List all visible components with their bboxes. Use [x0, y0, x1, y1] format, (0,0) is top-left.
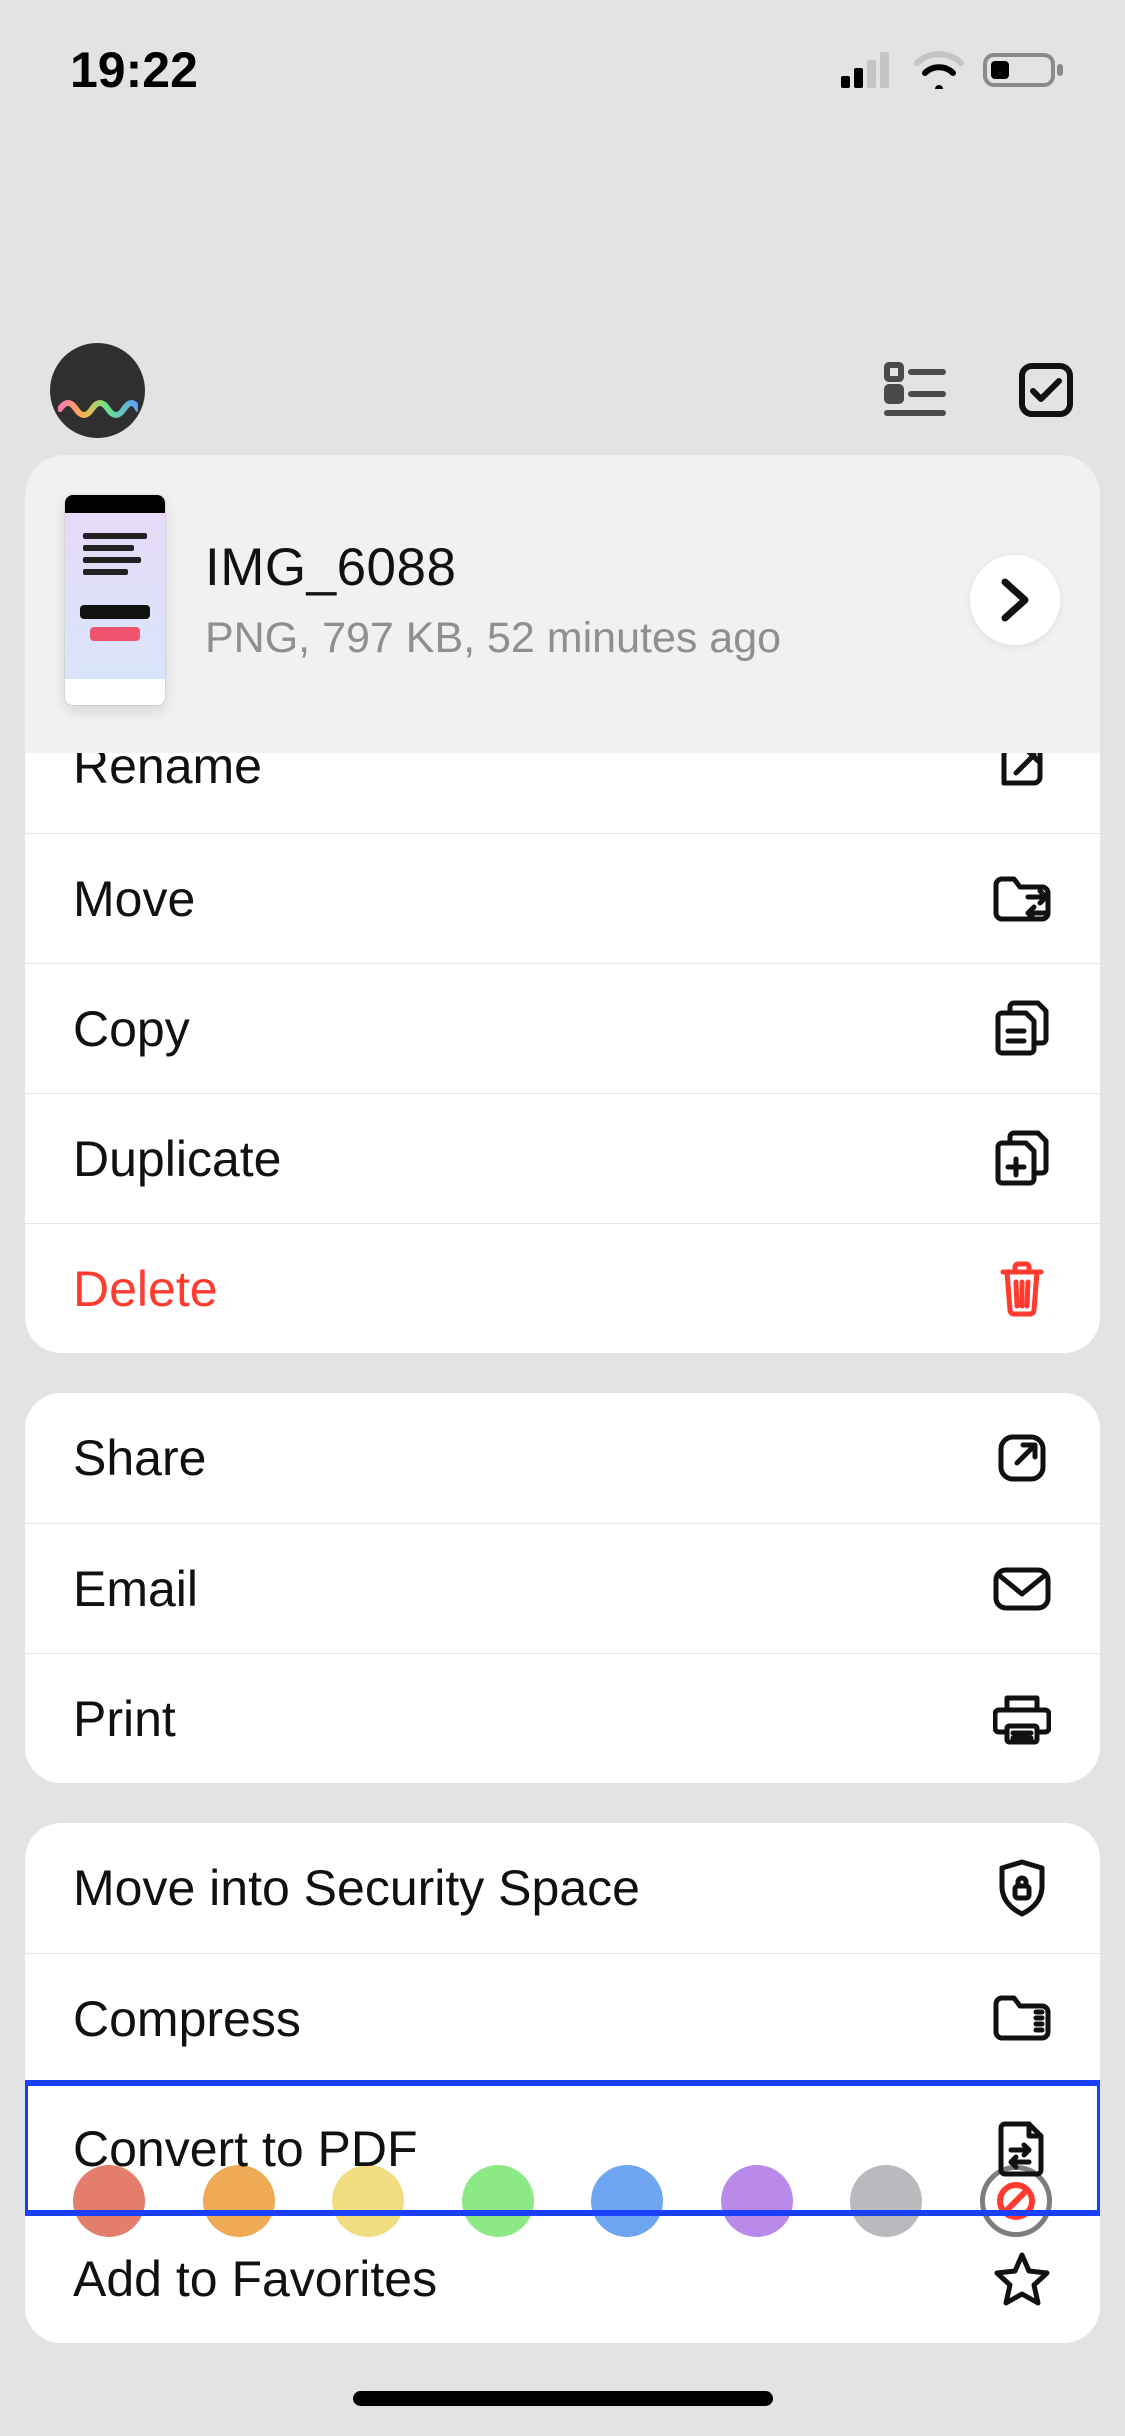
cellular-icon: [841, 52, 895, 88]
file-metadata: PNG, 797 KB, 52 minutes ago: [205, 614, 930, 663]
home-indicator: [353, 2391, 773, 2406]
menu-group-file-ops: Rename Move: [25, 753, 1100, 1353]
menu-label: Share: [73, 1429, 206, 1487]
print-icon: [992, 1689, 1052, 1749]
expand-button[interactable]: [970, 555, 1060, 645]
menu-label: Duplicate: [73, 1130, 281, 1188]
menu-item-compress[interactable]: Compress: [25, 1953, 1100, 2083]
menu-label: Convert to PDF: [73, 2120, 418, 2178]
app-avatar-icon: [50, 343, 145, 438]
menu-item-delete[interactable]: Delete: [25, 1223, 1100, 1353]
status-time: 19:22: [70, 41, 198, 99]
file-info: IMG_6088 PNG, 797 KB, 52 minutes ago: [205, 537, 930, 663]
star-icon: [992, 2249, 1052, 2309]
menu-label: Delete: [73, 1260, 218, 1318]
status-bar: 19:22: [0, 0, 1125, 140]
menu-label: Add to Favorites: [73, 2250, 437, 2308]
status-indicators: [841, 51, 1065, 89]
wifi-icon: [913, 51, 965, 89]
menu-item-email[interactable]: Email: [25, 1523, 1100, 1653]
menu-label: Email: [73, 1560, 198, 1618]
menu-label: Rename: [73, 753, 262, 795]
menu-group-tools: Move into Security Space Compress: [25, 1823, 1100, 2343]
email-icon: [992, 1559, 1052, 1619]
rename-icon: [992, 753, 1052, 797]
menu-item-share[interactable]: Share: [25, 1393, 1100, 1523]
file-header: IMG_6088 PNG, 797 KB, 52 minutes ago: [25, 455, 1100, 753]
menu-item-convert-pdf[interactable]: Convert to PDF: [25, 2083, 1100, 2213]
menu-item-security-space[interactable]: Move into Security Space: [25, 1823, 1100, 1953]
trash-icon: [992, 1259, 1052, 1319]
chevron-right-icon: [999, 578, 1031, 622]
shield-lock-icon: [992, 1858, 1052, 1918]
menu-item-rename[interactable]: Rename: [25, 753, 1100, 833]
file-thumbnail: [65, 495, 165, 705]
copy-icon: [992, 999, 1052, 1059]
action-sheet: IMG_6088 PNG, 797 KB, 52 minutes ago Ren…: [25, 455, 1100, 2136]
menu-label: Copy: [73, 1000, 190, 1058]
select-icon[interactable]: [1017, 361, 1075, 419]
folder-move-icon: [992, 869, 1052, 929]
file-name: IMG_6088: [205, 537, 930, 598]
menu-item-move[interactable]: Move: [25, 833, 1100, 963]
menu-item-copy[interactable]: Copy: [25, 963, 1100, 1093]
menu-label: Compress: [73, 1990, 301, 2048]
duplicate-icon: [992, 1129, 1052, 1189]
list-view-icon[interactable]: [883, 361, 947, 419]
menu-label: Move into Security Space: [73, 1859, 640, 1917]
convert-icon: [992, 2119, 1052, 2179]
menu-label: Move: [73, 870, 195, 928]
share-icon: [992, 1428, 1052, 1488]
menu-label: Print: [73, 1690, 176, 1748]
background-toolbar: [0, 320, 1125, 460]
menu-item-print[interactable]: Print: [25, 1653, 1100, 1783]
menu-group-share: Share Email Print: [25, 1393, 1100, 1783]
battery-icon: [983, 51, 1065, 89]
menu-item-duplicate[interactable]: Duplicate: [25, 1093, 1100, 1223]
zip-icon: [992, 1989, 1052, 2049]
